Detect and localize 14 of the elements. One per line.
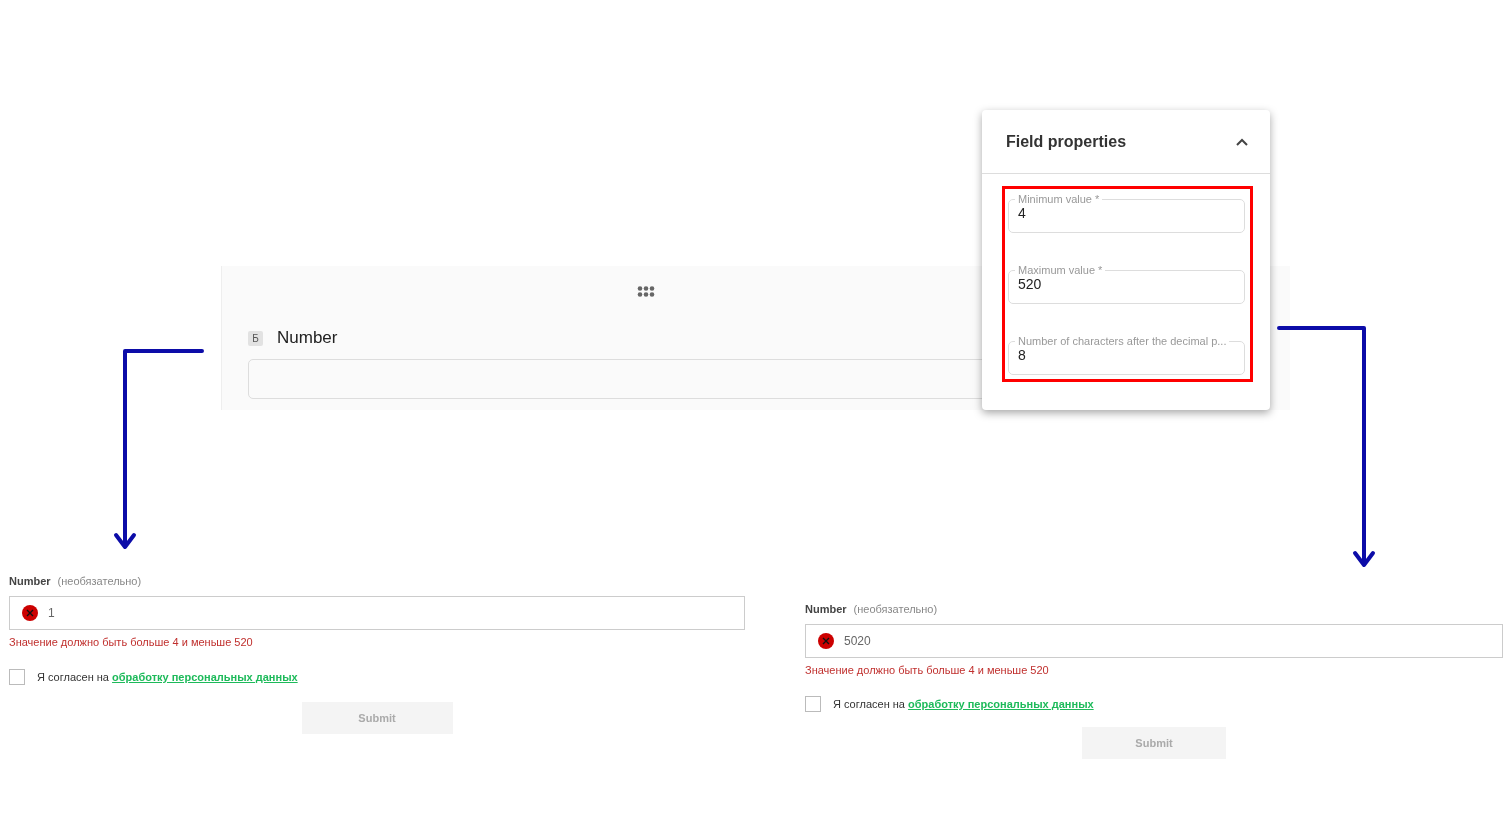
field-title: Number (277, 328, 338, 348)
property-label: Minimum value * (1017, 193, 1101, 205)
consent-text: Я согласен на обработку персональных данных (833, 698, 1094, 710)
consent-text: Я согласен на обработку персональных данных (37, 671, 298, 683)
optional-hint: (необязательно) (57, 575, 142, 587)
field-label: Number (9, 575, 51, 587)
field-badge: Б (248, 330, 263, 346)
property-label: Number of characters after the decimal p... (1017, 335, 1228, 347)
optional-hint: (необязательно) (853, 603, 938, 615)
property-label: Maximum value * (1017, 264, 1104, 276)
panel-title: Field properties (1006, 132, 1127, 151)
field-label: Number (805, 603, 847, 615)
error-message: Значение должно быть больше 4 и меньше 520 (9, 636, 254, 648)
error-message: Значение должно быть больше 4 и меньше 520 (805, 664, 1050, 676)
